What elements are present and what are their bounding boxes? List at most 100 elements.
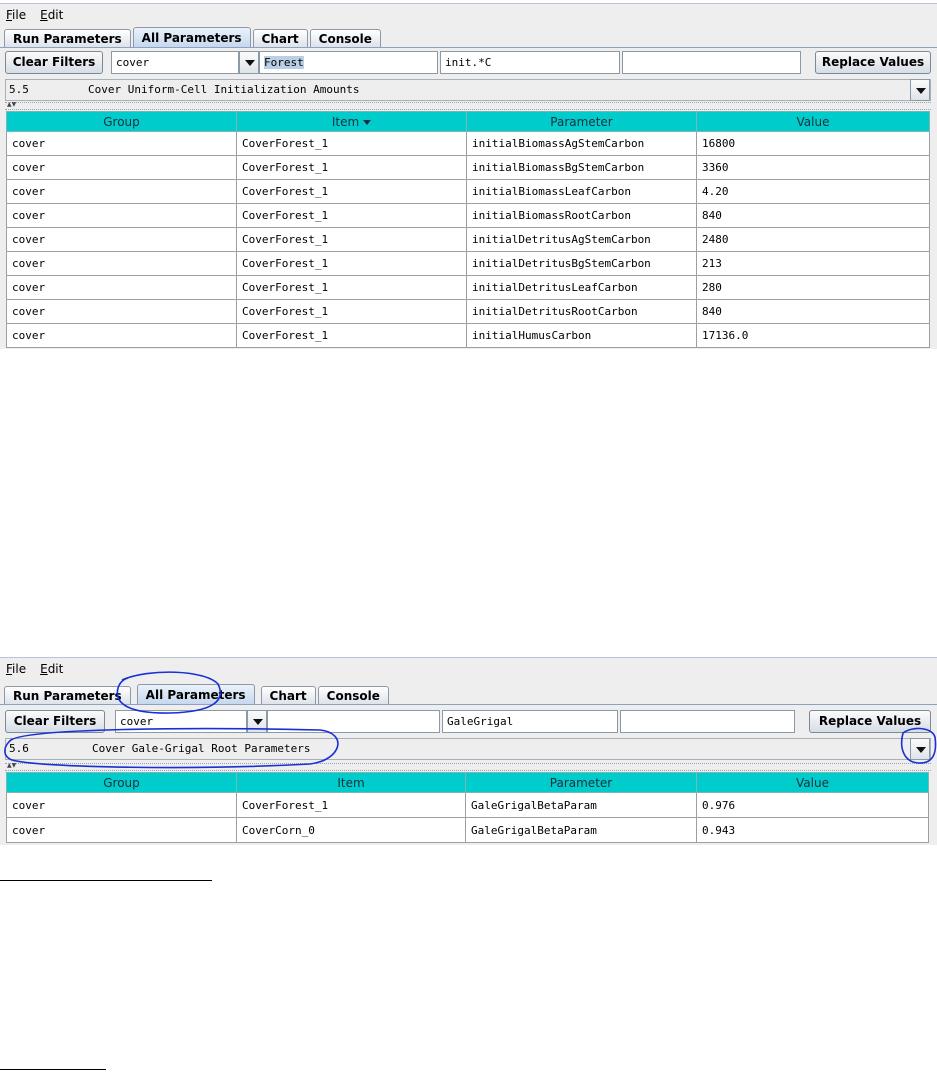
- column-header-parameter[interactable]: Parameter: [465, 772, 697, 793]
- cell-group[interactable]: cover: [6, 299, 237, 324]
- column-header-item[interactable]: Item: [236, 111, 467, 132]
- tab-chart[interactable]: Chart: [260, 686, 316, 704]
- cell-parameter[interactable]: GaleGrigalBetaParam: [465, 792, 697, 818]
- cell-parameter[interactable]: initialBiomassLeafCarbon: [466, 179, 697, 204]
- tab-console[interactable]: Console: [317, 686, 389, 704]
- cell-group[interactable]: cover: [6, 323, 237, 348]
- screen1-window: File Edit Run Parameters All Parameters …: [0, 3, 937, 349]
- cell-parameter[interactable]: initialDetritusAgStemCarbon: [466, 227, 697, 252]
- split-pane-divider[interactable]: ▲▼: [5, 763, 931, 771]
- cell-parameter[interactable]: initialDetritusRootCarbon: [466, 299, 697, 324]
- group-filter-dropdown-button[interactable]: [239, 51, 259, 74]
- cell-group[interactable]: cover: [6, 155, 237, 180]
- tab-run-parameters[interactable]: Run Parameters: [4, 686, 131, 704]
- cell-parameter[interactable]: initialHumusCarbon: [466, 323, 697, 348]
- value-filter-input[interactable]: [620, 710, 795, 733]
- collapse-arrows-icon: ▲▼: [7, 762, 17, 769]
- parameter-filter-input[interactable]: GaleGrigal: [442, 710, 618, 733]
- clear-filters-button[interactable]: Clear Filters: [5, 710, 105, 733]
- column-header-value[interactable]: Value: [696, 772, 929, 793]
- table-row[interactable]: cover CoverCorn_0 GaleGrigalBetaParam 0.943: [6, 817, 929, 843]
- cell-value[interactable]: 0.976: [696, 792, 929, 818]
- table-row[interactable]: cover CoverForest_1 initialDetritusLeafCar…: [6, 275, 930, 300]
- item-filter-input[interactable]: [267, 710, 440, 733]
- menu-file[interactable]: File: [6, 8, 26, 22]
- cell-value[interactable]: 16800: [696, 131, 930, 156]
- cell-group[interactable]: cover: [6, 131, 237, 156]
- section-selector[interactable]: 5.6 Cover Gale-Grigal Root Parameters: [5, 738, 931, 760]
- cell-value[interactable]: 0.943: [696, 817, 929, 843]
- cell-value[interactable]: 280: [696, 275, 930, 300]
- cell-value[interactable]: 840: [696, 299, 930, 324]
- cell-item[interactable]: CoverForest_1: [236, 299, 467, 324]
- cell-parameter[interactable]: initialBiomassBgStemCarbon: [466, 155, 697, 180]
- cell-parameter[interactable]: GaleGrigalBetaParam: [465, 817, 697, 843]
- cell-item[interactable]: CoverForest_1: [236, 227, 467, 252]
- cell-value[interactable]: 840: [696, 203, 930, 228]
- column-header-parameter[interactable]: Parameter: [466, 111, 697, 132]
- cell-item[interactable]: CoverForest_1: [236, 792, 466, 818]
- tab-all-parameters[interactable]: All Parameters: [132, 27, 251, 47]
- chevron-down-icon: [916, 88, 926, 94]
- table-row[interactable]: cover CoverForest_1 GaleGrigalBetaParam 0.9…: [6, 792, 929, 818]
- tab-run-parameters[interactable]: Run Parameters: [4, 29, 131, 47]
- parameter-filter-input[interactable]: init.*C: [440, 51, 620, 74]
- replace-values-button[interactable]: Replace Values: [809, 710, 931, 733]
- table-row[interactable]: cover CoverForest_1 initialBiomassRootCarb…: [6, 203, 930, 228]
- cell-group[interactable]: cover: [6, 275, 237, 300]
- cell-value[interactable]: 2480: [696, 227, 930, 252]
- section-dropdown-button[interactable]: [910, 738, 930, 760]
- tab-all-parameters[interactable]: All Parameters: [136, 684, 255, 704]
- menu-file[interactable]: File: [6, 662, 26, 676]
- cell-group[interactable]: cover: [6, 227, 237, 252]
- cell-item[interactable]: CoverCorn_0: [236, 817, 466, 843]
- column-header-item[interactable]: Item: [236, 772, 466, 793]
- menu-edit[interactable]: Edit: [40, 8, 63, 22]
- column-header-group[interactable]: Group: [6, 111, 237, 132]
- table-row[interactable]: cover CoverForest_1 initialDetritusBgStemC…: [6, 251, 930, 276]
- cell-value[interactable]: 4.20: [696, 179, 930, 204]
- group-filter-combo[interactable]: cover: [111, 51, 239, 74]
- table-row[interactable]: cover CoverForest_1 initialHumusCarbon 1713…: [6, 323, 930, 348]
- cell-parameter[interactable]: initialDetritusLeafCarbon: [466, 275, 697, 300]
- item-filter-input[interactable]: Forest: [259, 51, 438, 74]
- column-header-group[interactable]: Group: [6, 772, 237, 793]
- section-dropdown-button[interactable]: [910, 79, 930, 101]
- cell-item[interactable]: CoverForest_1: [236, 323, 467, 348]
- cell-value[interactable]: 17136.0: [696, 323, 930, 348]
- chevron-down-icon: [253, 719, 263, 725]
- cell-item[interactable]: CoverForest_1: [236, 203, 467, 228]
- replace-values-button[interactable]: Replace Values: [815, 51, 931, 74]
- cell-group[interactable]: cover: [6, 792, 237, 818]
- cell-parameter[interactable]: initialDetritusBgStemCarbon: [466, 251, 697, 276]
- group-filter-combo[interactable]: cover: [115, 710, 247, 733]
- table-row[interactable]: cover CoverForest_1 initialBiomassLeafCarb…: [6, 179, 930, 204]
- cell-value[interactable]: 213: [696, 251, 930, 276]
- cell-parameter[interactable]: initialBiomassAgStemCarbon: [466, 131, 697, 156]
- tab-console[interactable]: Console: [309, 29, 381, 47]
- section-selector[interactable]: 5.5 Cover Uniform-Cell Initialization Am…: [5, 79, 931, 101]
- cell-item[interactable]: CoverForest_1: [236, 131, 467, 156]
- table-row[interactable]: cover CoverForest_1 initialDetritusAgStemC…: [6, 227, 930, 252]
- menu-edit[interactable]: Edit: [40, 662, 63, 676]
- cell-item[interactable]: CoverForest_1: [236, 179, 467, 204]
- group-filter-dropdown-button[interactable]: [247, 710, 267, 733]
- column-header-value[interactable]: Value: [696, 111, 930, 132]
- cell-group[interactable]: cover: [6, 251, 237, 276]
- table-row[interactable]: cover CoverForest_1 initialBiomassBgStemCa…: [6, 155, 930, 180]
- value-filter-input[interactable]: [622, 51, 801, 74]
- cell-group[interactable]: cover: [6, 179, 237, 204]
- cell-item[interactable]: CoverForest_1: [236, 275, 467, 300]
- cell-value[interactable]: 3360: [696, 155, 930, 180]
- cell-item[interactable]: CoverForest_1: [236, 155, 467, 180]
- cell-group[interactable]: cover: [6, 203, 237, 228]
- sort-descending-icon: [363, 119, 372, 125]
- split-pane-divider[interactable]: ▲▼: [5, 102, 931, 110]
- tab-chart[interactable]: Chart: [252, 29, 308, 47]
- table-row[interactable]: cover CoverForest_1 initialDetritusRootCar…: [6, 299, 930, 324]
- cell-item[interactable]: CoverForest_1: [236, 251, 467, 276]
- table-row[interactable]: cover CoverForest_1 initialBiomassAgStemCa…: [6, 131, 930, 156]
- cell-group[interactable]: cover: [6, 817, 237, 843]
- clear-filters-button[interactable]: Clear Filters: [5, 51, 103, 74]
- cell-parameter[interactable]: initialBiomassRootCarbon: [466, 203, 697, 228]
